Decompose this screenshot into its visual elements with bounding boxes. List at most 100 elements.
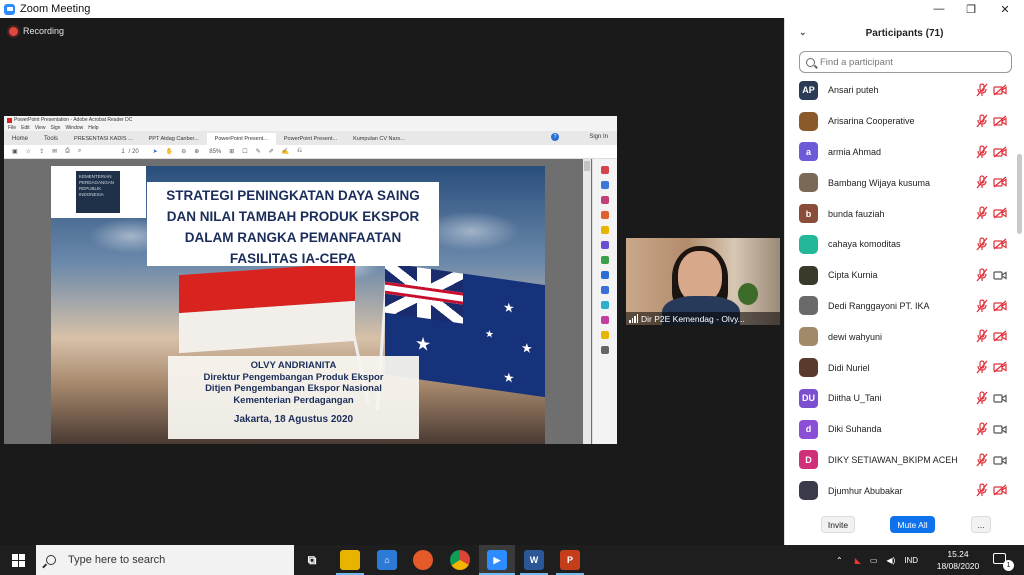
powerpoint-icon[interactable]: P — [560, 550, 580, 570]
participant-row[interactable]: Dedi Ranggayoni PT. IKA — [785, 291, 1017, 322]
video-off-icon[interactable] — [993, 238, 1007, 250]
muted-mic-icon[interactable] — [976, 329, 988, 343]
participant-row[interactable]: Cipta Kurnia — [785, 260, 1017, 291]
muted-mic-icon[interactable] — [976, 452, 988, 467]
comment-icon[interactable]: ☐ — [242, 148, 247, 155]
menu-sign[interactable]: Sign — [50, 125, 60, 131]
volume-icon[interactable]: ◀) — [886, 556, 895, 565]
participant-row[interactable]: dewi wahyuni — [785, 321, 1017, 352]
file-explorer-icon[interactable] — [340, 550, 360, 570]
upload-icon[interactable]: ⇪ — [39, 148, 44, 155]
comment-tool-icon[interactable] — [601, 226, 609, 234]
save-icon[interactable]: ▣ — [12, 148, 18, 155]
highlight-icon[interactable]: ✐ — [269, 148, 274, 155]
muted-mic-icon[interactable] — [976, 422, 988, 436]
video-off-icon[interactable] — [993, 207, 1007, 219]
search-icon[interactable]: ⌕ — [78, 148, 81, 155]
chevron-down-icon[interactable]: ⌄ — [799, 27, 807, 38]
tab-document[interactable]: Kumpulan CV Nars... — [345, 133, 413, 145]
muted-mic-icon[interactable] — [976, 114, 988, 128]
fill-sign-icon[interactable] — [601, 241, 609, 249]
video-off-icon[interactable] — [993, 176, 1007, 188]
shared-screen[interactable]: PowerPoint Presentation - Adobe Acrobat … — [4, 116, 617, 444]
word-icon[interactable]: W — [524, 550, 544, 570]
send-icon[interactable] — [601, 271, 609, 279]
optimize-icon[interactable] — [601, 316, 609, 324]
tray-expand-icon[interactable]: ⌃ — [836, 556, 843, 565]
muted-mic-icon[interactable] — [976, 206, 988, 220]
document-scrollbar[interactable] — [583, 159, 591, 444]
participant-search-input[interactable]: Find a participant — [799, 51, 1012, 73]
edit-pdf-icon[interactable] — [601, 196, 609, 204]
tab-document[interactable]: PPT Atdag Canber... — [141, 133, 207, 145]
participant-row[interactable]: AP Ansari puteh — [785, 75, 1017, 106]
participant-row[interactable]: Arisarina Cooperative — [785, 106, 1017, 137]
muted-mic-icon[interactable] — [976, 483, 988, 497]
mute-all-button[interactable]: Mute All — [890, 516, 935, 533]
video-off-icon[interactable] — [993, 300, 1007, 312]
video-off-icon[interactable] — [993, 146, 1007, 158]
organize-icon[interactable] — [601, 256, 609, 264]
minimize-button[interactable]: — — [922, 0, 956, 18]
menu-view[interactable]: View — [35, 125, 46, 131]
tab-document[interactable]: PowerPoint Present... — [276, 133, 345, 145]
video-tile[interactable]: Dir P2E Kemendag - Olvy... — [626, 238, 780, 325]
muted-mic-icon[interactable] — [976, 268, 988, 282]
video-on-icon[interactable] — [993, 269, 1007, 281]
more-tools-icon[interactable] — [601, 331, 609, 339]
participant-row[interactable]: Bambang Wijaya kusuma — [785, 167, 1017, 198]
video-on-icon[interactable] — [993, 454, 1007, 466]
maximize-button[interactable]: ❐ — [954, 0, 988, 18]
tab-document-active[interactable]: PowerPoint Present... — [206, 133, 276, 145]
video-off-icon[interactable] — [993, 115, 1007, 127]
antivirus-icon[interactable]: ◣ — [855, 556, 861, 565]
taskbar-search-input[interactable]: Type here to search — [36, 545, 294, 575]
print-icon[interactable]: ⎙ — [65, 148, 70, 155]
menu-file[interactable]: File — [8, 125, 16, 131]
settings-icon[interactable] — [601, 346, 609, 354]
tab-tools[interactable]: Tools — [36, 133, 66, 145]
participant-row[interactable]: a armia Ahmad — [785, 137, 1017, 168]
task-view-icon[interactable]: ⧉ — [302, 550, 322, 570]
muted-mic-icon[interactable] — [976, 237, 988, 251]
protect-icon[interactable] — [601, 286, 609, 294]
pen-icon[interactable]: ✎ — [256, 148, 261, 155]
invite-button[interactable]: Invite — [821, 516, 855, 533]
video-off-icon[interactable] — [993, 84, 1007, 96]
taskbar-clock[interactable]: 15.24 18/08/2020 — [932, 548, 984, 572]
muted-mic-icon[interactable] — [976, 360, 988, 374]
help-icon[interactable]: ? — [551, 133, 559, 141]
participant-row[interactable]: Djumhur Abubakar — [785, 475, 1017, 506]
video-off-icon[interactable] — [993, 484, 1007, 496]
start-button[interactable] — [0, 545, 36, 575]
zoom-in-icon[interactable]: ⊕ — [194, 148, 199, 155]
bookmark-icon[interactable]: ☆ — [26, 148, 31, 155]
more-options-button[interactable]: ... — [971, 516, 991, 533]
select-cursor-icon[interactable]: ➤ — [153, 148, 158, 155]
participant-row[interactable]: d Diki Suhanda — [785, 414, 1017, 445]
compress-icon[interactable] — [601, 301, 609, 309]
export-pdf-icon[interactable] — [601, 166, 609, 174]
muted-mic-icon[interactable] — [976, 83, 988, 97]
battery-icon[interactable]: ▭ — [870, 556, 878, 565]
muted-mic-icon[interactable] — [976, 298, 988, 313]
firefox-icon[interactable] — [413, 550, 433, 570]
participant-row[interactable]: b bunda fauziah — [785, 198, 1017, 229]
close-button[interactable]: ✕ — [988, 0, 1022, 18]
video-on-icon[interactable] — [993, 423, 1007, 435]
participant-row[interactable]: Didi Nuriel — [785, 352, 1017, 383]
zoom-level[interactable]: 85% — [209, 149, 221, 155]
tab-document[interactable]: PRESENTASI KADIS ... — [66, 133, 141, 145]
muted-mic-icon[interactable] — [976, 175, 988, 189]
participant-row[interactable]: DU Diitha U_Tani — [785, 383, 1017, 414]
page-number-field[interactable]: 1 — [121, 149, 124, 155]
chrome-icon[interactable] — [450, 550, 470, 570]
language-indicator[interactable]: IND — [904, 556, 918, 565]
video-on-icon[interactable] — [993, 392, 1007, 404]
stamp-icon[interactable]: ⎌ — [297, 148, 302, 155]
muted-mic-icon[interactable] — [976, 144, 988, 159]
recording-indicator[interactable]: Recording — [9, 26, 64, 36]
video-off-icon[interactable] — [993, 330, 1007, 342]
participant-row[interactable]: cahaya komoditas — [785, 229, 1017, 260]
muted-mic-icon[interactable] — [976, 391, 988, 405]
